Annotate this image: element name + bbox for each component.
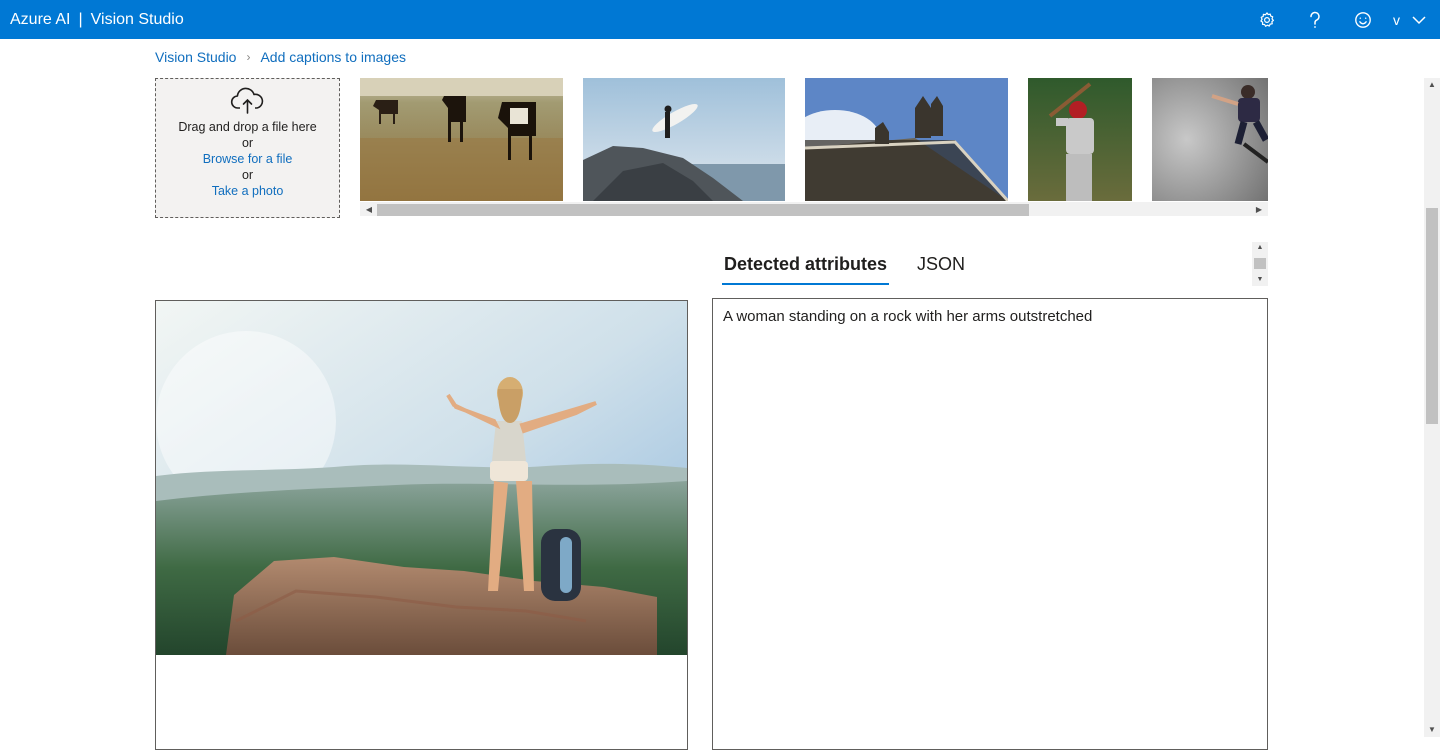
scroll-down-icon[interactable]: ▼: [1252, 274, 1268, 286]
cloud-upload-icon: [230, 87, 263, 114]
result-panel: A woman standing on a rock with her arms…: [712, 298, 1268, 750]
scrollbar-thumb[interactable]: [377, 204, 1029, 216]
scroll-up-icon[interactable]: ▲: [1252, 242, 1268, 254]
brand[interactable]: Azure AI | Vision Studio: [0, 0, 184, 39]
tabs-scrollbar[interactable]: ▲ ▼: [1252, 242, 1268, 286]
upload-dropzone[interactable]: Drag and drop a file here or Browse for …: [155, 78, 340, 218]
breadcrumb-root[interactable]: Vision Studio: [155, 49, 236, 65]
account-menu[interactable]: v: [1387, 0, 1440, 39]
result-tabs: Detected attributes JSON: [722, 244, 967, 285]
page-scrollbar[interactable]: ▲ ▼: [1424, 78, 1440, 737]
horizontal-scrollbar[interactable]: ◀ ▶: [360, 202, 1268, 216]
or-text: or: [241, 136, 254, 150]
selected-image: [156, 301, 687, 655]
scroll-up-icon[interactable]: ▲: [1424, 78, 1440, 92]
help-button[interactable]: [1291, 0, 1339, 39]
help-icon: [1310, 11, 1320, 28]
sample-image-building[interactable]: [805, 78, 1008, 201]
take-photo-link[interactable]: Take a photo: [212, 183, 284, 199]
caption-text: A woman standing on a rock with her arms…: [723, 308, 1093, 325]
drag-drop-text: Drag and drop a file here: [178, 120, 317, 134]
brand-product: Azure AI: [10, 10, 71, 28]
brand-separator: |: [78, 10, 83, 28]
chevron-right-icon: ›: [246, 50, 251, 64]
tab-detected-attributes[interactable]: Detected attributes: [722, 244, 890, 285]
selected-image-panel: [155, 300, 688, 750]
scroll-left-icon[interactable]: ◀: [362, 204, 376, 216]
user-initial: v: [1393, 11, 1400, 28]
breadcrumb: Vision Studio › Add captions to images: [155, 49, 406, 65]
settings-button[interactable]: [1243, 0, 1291, 39]
sample-image-skateboarder[interactable]: [1152, 78, 1268, 201]
feedback-button[interactable]: [1339, 0, 1387, 39]
scroll-down-icon[interactable]: ▼: [1424, 723, 1440, 737]
gear-icon: [1260, 11, 1274, 27]
scrollbar-thumb[interactable]: [1426, 208, 1438, 424]
scrollbar-thumb[interactable]: [1254, 258, 1266, 269]
scroll-right-icon[interactable]: ▶: [1252, 204, 1266, 216]
smiley-icon: [1355, 11, 1371, 28]
tab-json[interactable]: JSON: [915, 244, 967, 285]
breadcrumb-current[interactable]: Add captions to images: [260, 49, 406, 65]
sample-images-strip: ◀ ▶: [360, 78, 1268, 218]
sample-image-surfer[interactable]: [583, 78, 785, 201]
sample-image-baseball[interactable]: [1028, 78, 1132, 201]
or-text: or: [241, 168, 254, 182]
chevron-down-icon: [1412, 15, 1426, 24]
browse-file-link[interactable]: Browse for a file: [203, 151, 293, 167]
brand-app: Vision Studio: [90, 10, 184, 28]
top-bar: Azure AI | Vision Studio v: [0, 0, 1440, 39]
sample-image-horses[interactable]: [360, 78, 563, 201]
